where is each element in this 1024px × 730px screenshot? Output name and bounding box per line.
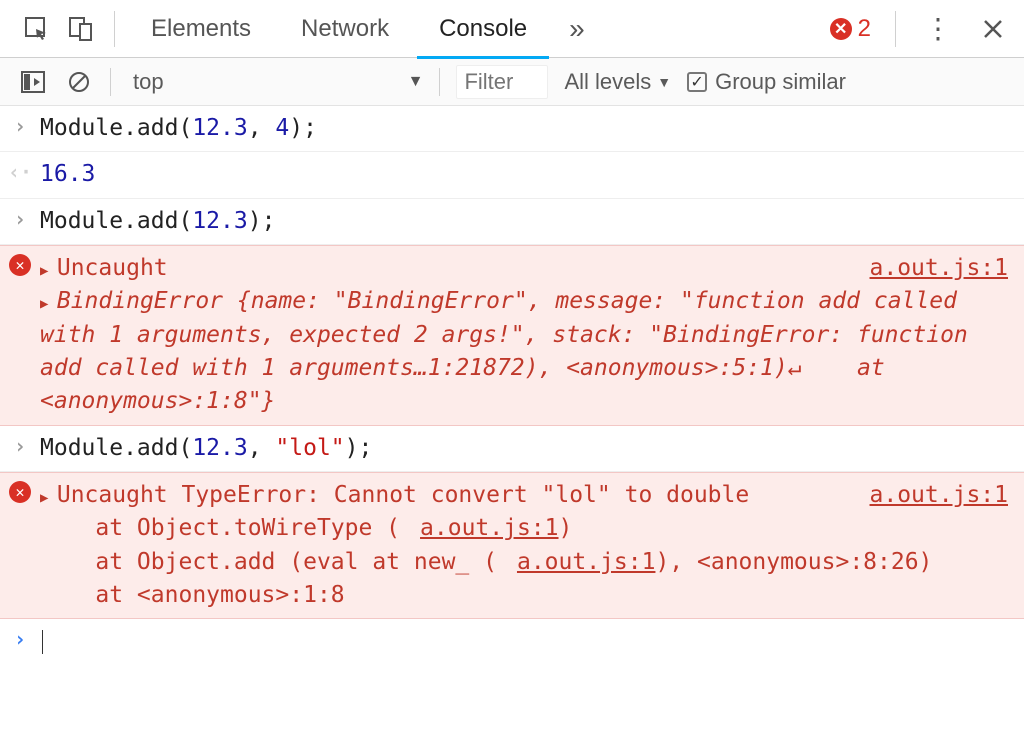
console-entry[interactable]: a.out.js:1▶ Uncaught ▶ BindingError {nam… [40, 252, 1024, 419]
expand-icon[interactable]: ▶ [40, 263, 57, 279]
console-error-row: ✕ ▶ Uncaught TypeError: Cannot convert "… [0, 472, 1024, 619]
context-label: top [127, 65, 170, 99]
expand-icon[interactable]: ▶ [40, 490, 57, 506]
separator [114, 11, 115, 47]
group-similar-checkbox[interactable]: Group similar [687, 69, 846, 95]
console-entry[interactable]: ▶ Uncaught TypeError: Cannot convert "lo… [40, 479, 1024, 612]
group-similar-label: Group similar [715, 69, 846, 95]
error-icon: ✕ [9, 481, 31, 503]
checkbox-icon [687, 72, 707, 92]
tab-network[interactable]: Network [279, 0, 411, 58]
prompt-icon: › [14, 207, 26, 231]
console-result-row: ‹· 16.3 [0, 152, 1024, 198]
close-icon[interactable] [972, 18, 1014, 40]
console-entry: Module.add(12.3, "lol"); [40, 432, 1024, 465]
log-level-label: All levels [564, 69, 651, 95]
tab-console[interactable]: Console [417, 0, 549, 58]
devtools-tabbar: Elements Network Console » ✕ 2 ⋮ [0, 0, 1024, 58]
kebab-menu-icon[interactable]: ⋮ [910, 12, 966, 45]
error-icon: ✕ [9, 254, 31, 276]
prompt-icon: › [14, 627, 26, 651]
tab-elements[interactable]: Elements [129, 0, 273, 58]
result-icon: ‹· [8, 160, 32, 184]
console-entry: Module.add(12.3); [40, 205, 1024, 238]
console-prompt-row[interactable]: › [0, 619, 1024, 664]
separator [439, 68, 440, 96]
error-icon: ✕ [830, 18, 852, 40]
filter-input[interactable] [456, 65, 548, 99]
toggle-sidebar-icon[interactable] [18, 67, 48, 97]
error-count: 2 [858, 15, 871, 43]
source-link[interactable]: a.out.js:1 [870, 479, 1008, 512]
console-log: › Module.add(12.3, 4); ‹· 16.3 › Module.… [0, 106, 1024, 665]
console-entry: 16.3 [40, 158, 1024, 191]
chevron-down-icon: ▼ [408, 73, 424, 91]
source-link[interactable]: a.out.js:1 [870, 252, 1008, 285]
console-error-row: ✕ a.out.js:1▶ Uncaught ▶ BindingError {n… [0, 245, 1024, 426]
separator [895, 11, 896, 47]
console-input-row: › Module.add(12.3); [0, 199, 1024, 245]
log-level-selector[interactable]: All levels ▼ [564, 69, 671, 95]
console-input-row: › Module.add(12.3, "lol"); [0, 426, 1024, 472]
source-link[interactable]: a.out.js:1 [420, 515, 558, 541]
toggle-device-icon[interactable] [62, 10, 100, 48]
source-link[interactable]: a.out.js:1 [517, 549, 655, 575]
clear-console-icon[interactable] [64, 67, 94, 97]
inspect-element-icon[interactable] [18, 10, 56, 48]
console-entry: Module.add(12.3, 4); [40, 112, 1024, 145]
context-selector[interactable]: top ▼ [127, 65, 423, 99]
error-count-badge[interactable]: ✕ 2 [820, 0, 881, 58]
chevron-down-icon: ▼ [657, 74, 671, 90]
prompt-icon: › [14, 434, 26, 458]
separator [110, 68, 111, 96]
console-toolbar: top ▼ All levels ▼ Group similar [0, 58, 1024, 106]
prompt-icon: › [14, 114, 26, 138]
console-input-row: › Module.add(12.3, 4); [0, 106, 1024, 152]
console-input[interactable] [40, 625, 1024, 658]
more-tabs-icon[interactable]: » [555, 0, 599, 58]
expand-icon[interactable]: ▶ [40, 296, 57, 312]
